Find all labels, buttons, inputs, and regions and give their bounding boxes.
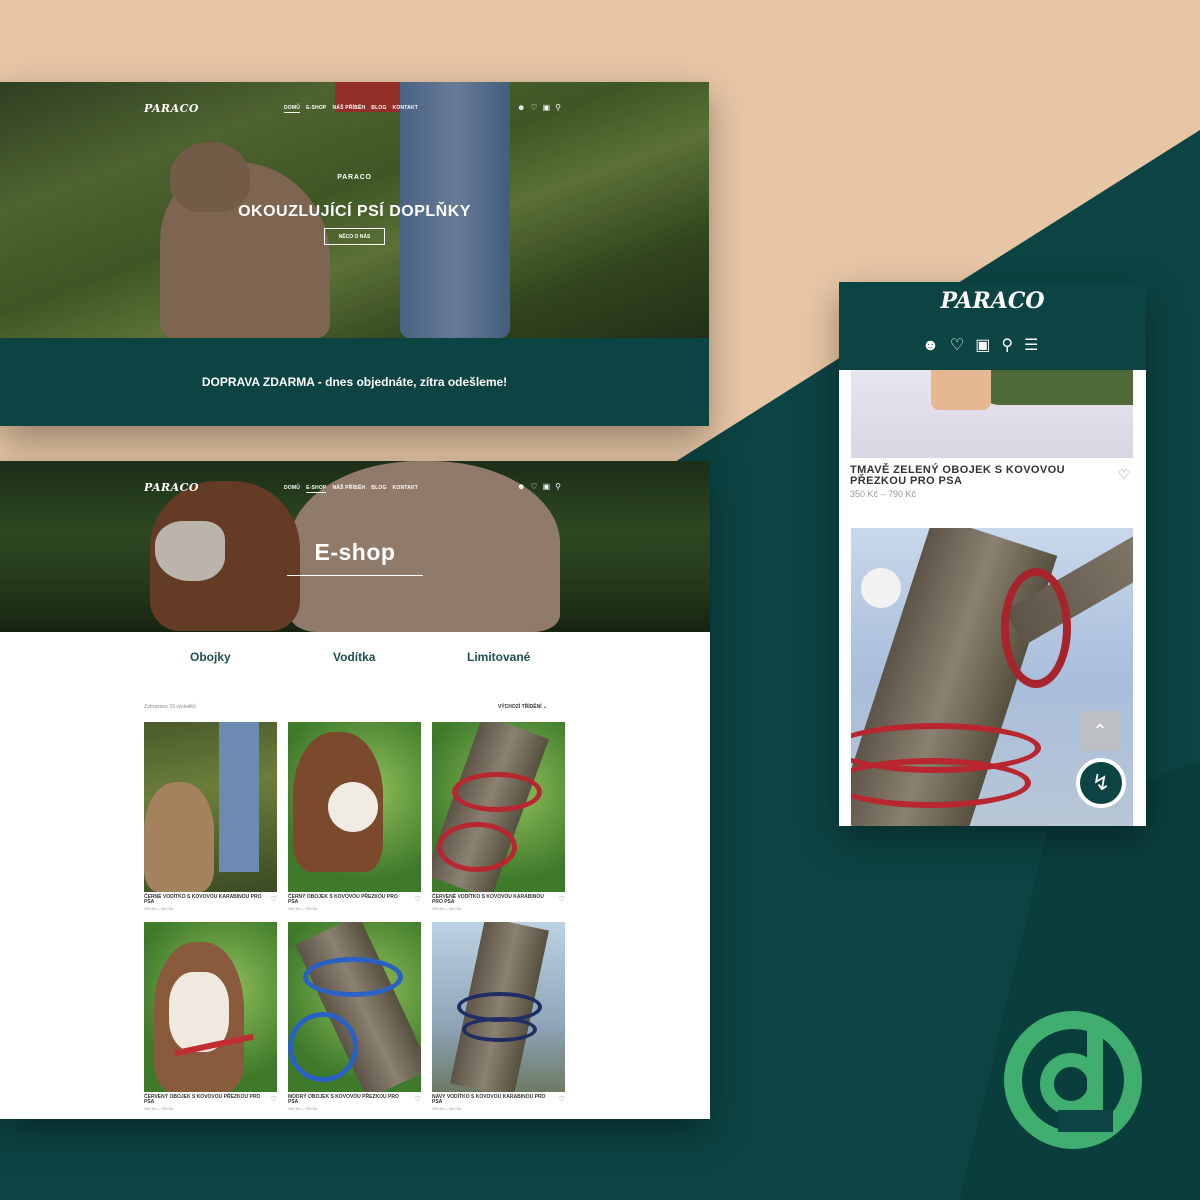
mobile-logo[interactable]: PARACO xyxy=(839,288,1146,314)
wishlist-heart-icon[interactable]: ♡ xyxy=(559,895,565,903)
page-title: E-shop xyxy=(314,539,396,565)
category-limited[interactable]: Limitované xyxy=(467,650,530,664)
nav-eshop[interactable]: E-SHOP xyxy=(306,485,327,493)
results-count: Zobrazeno 23 výsledků xyxy=(144,704,196,710)
nav-links: DOMŮ E-SHOP NÁŠ PŘÍBĚH BLOG KONTAKT xyxy=(284,105,418,113)
category-leashes[interactable]: Vodítka xyxy=(333,650,375,664)
user-icon[interactable]: ☻ xyxy=(517,104,525,112)
cart-icon[interactable]: ▣ xyxy=(975,338,990,354)
hero-kicker: PARACO xyxy=(337,174,372,181)
buckle xyxy=(931,370,991,410)
product-image[interactable] xyxy=(432,922,565,1092)
nav-icons: ☻ ♡ ▣ ⚲ xyxy=(517,104,561,112)
scroll-to-top-button[interactable]: ⌃ xyxy=(1080,711,1120,751)
product-image[interactable] xyxy=(288,922,421,1092)
nav-contact[interactable]: KONTAKT xyxy=(393,485,418,493)
product-price: 390 Kč – 550 Kč xyxy=(432,1106,462,1111)
chevron-up-icon: ⌃ xyxy=(1092,720,1108,741)
wishlist-heart-icon[interactable]: ♡ xyxy=(415,895,421,903)
product-card[interactable]: MODRÝ OBOJEK S KOVOVOU PŘEZKOU PRO PSA 3… xyxy=(288,922,421,1114)
about-button[interactable]: NĚCO O NÁS xyxy=(324,228,385,245)
mobile-header: PARACO ☻ ♡ ▣ ⚲ ☰ xyxy=(839,282,1146,370)
product-card[interactable]: ČERNÝ OBOJEK S KOVOVOU PŘEZKOU PRO PSA 3… xyxy=(288,722,421,914)
nav-links: DOMŮ E-SHOP NÁŠ PŘÍBĚH BLOG KONTAKT xyxy=(284,485,418,493)
cart-icon[interactable]: ▣ xyxy=(543,104,551,112)
messenger-icon: ↯ xyxy=(1091,770,1111,795)
nav-story[interactable]: NÁŠ PŘÍBĚH xyxy=(332,105,365,113)
product-card[interactable]: ČERVENÝ OBOJEK S KOVOVOU PŘEZKOU PRO PSA… xyxy=(144,922,277,1114)
nav-contact[interactable]: KONTAKT xyxy=(393,105,418,113)
product-name[interactable]: MODRÝ OBOJEK S KOVOVOU PŘEZKOU PRO PSA xyxy=(288,1095,406,1105)
nav-eshop[interactable]: E-SHOP xyxy=(306,105,326,113)
product-price: 390 Kč – 550 Kč xyxy=(144,906,174,911)
heart-icon[interactable]: ♡ xyxy=(530,483,537,491)
mobile-screen: PARACO ☻ ♡ ▣ ⚲ ☰ TMAVĚ ZELENÝ OBOJEK S K… xyxy=(839,282,1146,826)
menu-icon[interactable]: ☰ xyxy=(1024,338,1038,354)
agency-logo-icon xyxy=(1004,1011,1142,1149)
nav-blog[interactable]: BLOG xyxy=(371,485,386,493)
eshop-navbar: PARACO DOMŮ E-SHOP NÁŠ PŘÍBĚH BLOG KONTA… xyxy=(0,461,710,513)
wishlist-heart-icon[interactable]: ♡ xyxy=(271,1095,277,1103)
product-name[interactable]: TMAVĚ ZELENÝ OBOJEK S KOVOVOU PŘEZKOU PR… xyxy=(850,465,1105,487)
product-price: 350 Kč – 790 Kč xyxy=(850,489,917,499)
product-name[interactable]: ČERNÝ OBOJEK S KOVOVOU PŘEZKOU PRO PSA xyxy=(288,895,406,905)
product-card[interactable]: ČERVENÉ VODÍTKO S KOVOVOU KARABINOU PRO … xyxy=(432,722,565,914)
product-name[interactable]: NAVY VODÍTKO S KOVOVOU KARABINOU PRO PSA xyxy=(432,1095,550,1105)
title-underline xyxy=(287,575,423,576)
logo[interactable]: PARACO xyxy=(144,102,199,115)
category-tabs: Obojky Vodítka Limitované xyxy=(0,650,710,670)
user-icon[interactable]: ☻ xyxy=(922,338,939,354)
product-name[interactable]: ČERNÉ VODÍTKO S KOVOVOU KARABINOU PRO PS… xyxy=(144,895,262,905)
blossom xyxy=(861,568,901,608)
messenger-chat-button[interactable]: ↯ xyxy=(1076,758,1126,808)
heart-icon[interactable]: ♡ xyxy=(530,104,537,112)
product-name[interactable]: ČERVENÉ VODÍTKO S KOVOVOU KARABINOU PRO … xyxy=(432,895,550,905)
product-image[interactable] xyxy=(144,722,277,892)
nav-home[interactable]: DOMŮ xyxy=(284,485,300,493)
sort-label: VÝCHOZÍ TŘÍDĚNÍ xyxy=(498,704,542,710)
mobile-icons: ☻ ♡ ▣ ⚲ ☰ xyxy=(922,338,1038,354)
product-price: 350 Kč – 790 Kč xyxy=(144,1106,174,1111)
nav-icons: ☻ ♡ ▣ ⚲ xyxy=(517,483,561,491)
search-icon[interactable]: ⚲ xyxy=(555,483,561,491)
nav-blog[interactable]: BLOG xyxy=(371,105,386,113)
nav-home[interactable]: DOMŮ xyxy=(284,105,301,113)
product-image[interactable] xyxy=(288,722,421,892)
cart-icon[interactable]: ▣ xyxy=(543,483,551,491)
sort-dropdown[interactable]: VÝCHOZÍ TŘÍDĚNÍ ⌄ xyxy=(498,704,547,710)
hero-headline: OKOUZLUJÍCÍ PSÍ DOPLŇKY xyxy=(238,203,471,220)
shipping-banner: DOPRAVA ZDARMA - dnes objednáte, zítra o… xyxy=(201,375,508,389)
desktop-home-screen: PARACO DOMŮ E-SHOP NÁŠ PŘÍBĚH BLOG KONTA… xyxy=(0,82,709,426)
wishlist-heart-icon[interactable]: ♡ xyxy=(271,895,277,903)
heart-icon[interactable]: ♡ xyxy=(950,338,964,354)
wishlist-heart-icon[interactable]: ♡ xyxy=(415,1095,421,1103)
product-price: 350 Kč – 790 Kč xyxy=(288,906,318,911)
product-image[interactable] xyxy=(851,370,1133,458)
logo[interactable]: PARACO xyxy=(144,481,199,494)
desktop-eshop-screen: PARACO DOMŮ E-SHOP NÁŠ PŘÍBĚH BLOG KONTA… xyxy=(0,461,710,1119)
product-image[interactable] xyxy=(432,722,565,892)
product-price: 390 Kč – 550 Kč xyxy=(432,906,462,911)
product-image[interactable] xyxy=(144,922,277,1092)
wishlist-heart-icon[interactable]: ♡ xyxy=(1118,467,1130,483)
product-price: 350 Kč – 790 Kč xyxy=(288,1106,318,1111)
search-icon[interactable]: ⚲ xyxy=(555,104,561,112)
nav-story[interactable]: NÁŠ PŘÍBĚH xyxy=(332,485,365,493)
chevron-down-icon: ⌄ xyxy=(543,704,548,710)
product-card[interactable]: ČERNÉ VODÍTKO S KOVOVOU KARABINOU PRO PS… xyxy=(144,722,277,914)
product-name[interactable]: ČERVENÝ OBOJEK S KOVOVOU PŘEZKOU PRO PSA xyxy=(144,1095,262,1105)
wishlist-heart-icon[interactable]: ♡ xyxy=(559,1095,565,1103)
desktop-navbar: PARACO DOMŮ E-SHOP NÁŠ PŘÍBĚH BLOG KONTA… xyxy=(0,82,709,134)
user-icon[interactable]: ☻ xyxy=(517,483,525,491)
product-card[interactable]: NAVY VODÍTKO S KOVOVOU KARABINOU PRO PSA… xyxy=(432,922,565,1114)
category-collars[interactable]: Obojky xyxy=(190,650,231,664)
search-icon[interactable]: ⚲ xyxy=(1001,338,1013,354)
